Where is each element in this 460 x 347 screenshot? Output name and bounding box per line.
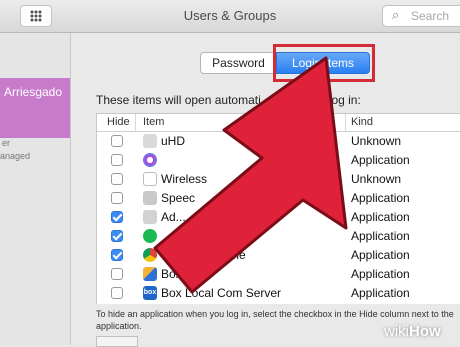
column-divider	[135, 114, 136, 131]
tab-password[interactable]: Password	[200, 52, 277, 74]
table-row[interactable]: uHD Unknown	[97, 132, 460, 151]
item-kind: Application	[351, 248, 410, 262]
table-header: Hide Item Kind	[97, 114, 460, 132]
login-items-table: Hide Item Kind uHD Unknown Application W…	[96, 113, 460, 304]
table-row[interactable]: Google Chrome Application	[97, 246, 460, 265]
users-sidebar: Arriesgado er anaged	[0, 33, 71, 345]
search-placeholder: Search	[411, 9, 450, 23]
box-icon: box	[143, 286, 157, 300]
column-header-hide[interactable]: Hide	[107, 116, 130, 128]
hide-checkbox[interactable]	[111, 173, 123, 185]
table-row[interactable]: box Box Local Com Server Application	[97, 284, 460, 303]
item-kind: Unknown	[351, 134, 402, 148]
watermark-wiki: wiki	[384, 323, 409, 340]
add-remove-buttons[interactable]	[96, 336, 138, 347]
table-row[interactable]: Application	[97, 227, 460, 246]
hide-checkbox-checked[interactable]	[111, 249, 123, 261]
item-kind: Application	[351, 286, 410, 300]
hide-checkbox[interactable]	[111, 287, 123, 299]
blank-document-icon	[143, 172, 157, 186]
search-field[interactable]: ⌕ Search	[382, 5, 460, 27]
speech-app-icon	[143, 191, 157, 205]
itunes-icon	[143, 153, 157, 167]
hide-checkbox[interactable]	[111, 192, 123, 204]
column-divider	[345, 114, 346, 131]
highlight-box	[273, 44, 375, 82]
item-kind: Application	[351, 229, 410, 243]
item-kind: Application	[351, 153, 410, 167]
item-kind: Application	[351, 210, 410, 224]
selected-user-name: Arriesgado	[4, 85, 63, 99]
item-name: uHD	[161, 134, 186, 148]
item-name: Box Local Com Server	[161, 286, 282, 300]
chrome-icon	[143, 248, 157, 262]
item-kind: Application	[351, 191, 410, 205]
column-header-item[interactable]: Item	[143, 116, 164, 128]
generic-app-icon	[143, 210, 157, 224]
spotify-icon	[143, 229, 157, 243]
table-row[interactable]: Application	[97, 151, 460, 170]
search-icon: ⌕	[392, 7, 400, 22]
item-kind: Unknown	[351, 172, 402, 186]
sidebar-user-managed: anaged	[0, 151, 31, 161]
item-name: Box Edit	[161, 267, 206, 281]
hide-checkbox-checked[interactable]	[111, 230, 123, 242]
item-name: Wireless	[161, 172, 208, 186]
hide-checkbox[interactable]	[111, 154, 123, 166]
item-name: Ad... ...rce... ...onizer	[161, 210, 272, 224]
table-row[interactable]: Speec Application	[97, 189, 460, 208]
window-toolbar: Users & Groups ⌕ Search	[0, 0, 460, 33]
column-header-kind[interactable]: Kind	[351, 116, 373, 128]
hide-checkbox[interactable]	[111, 135, 123, 147]
table-row[interactable]: Box Edit Application	[97, 265, 460, 284]
sidebar-user-role: er	[2, 138, 11, 148]
hide-checkbox[interactable]	[111, 268, 123, 280]
box-edit-icon	[143, 267, 157, 281]
item-kind: Application	[351, 267, 410, 281]
hide-checkbox-checked[interactable]	[111, 211, 123, 223]
watermark-how: How	[409, 323, 441, 340]
generic-app-icon	[143, 134, 157, 148]
table-row[interactable]: Wireless Unknown	[97, 170, 460, 189]
wikihow-watermark: wikiHow	[384, 323, 441, 340]
item-name: Speec	[161, 191, 196, 205]
login-items-description: These items will open automati... when y…	[96, 93, 361, 107]
table-row[interactable]: Ad... ...rce... ...onizer Application	[97, 208, 460, 227]
item-name: Google Chrome	[161, 248, 246, 262]
